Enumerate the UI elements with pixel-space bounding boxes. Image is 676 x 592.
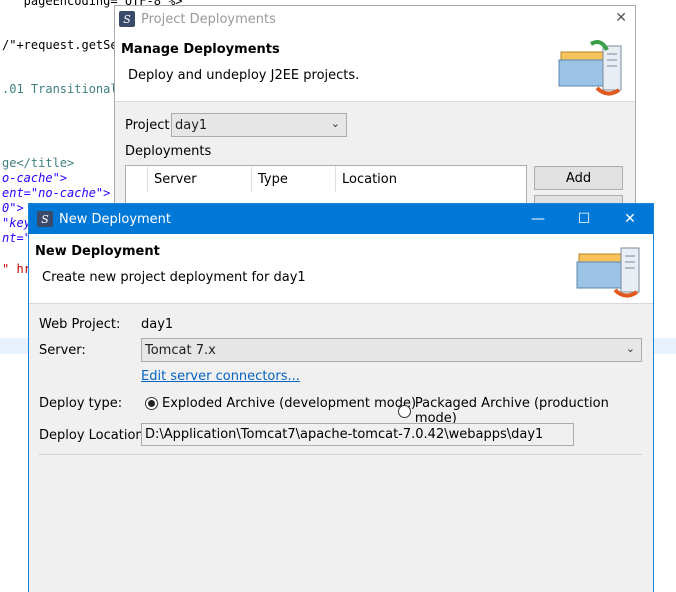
code-line: /"+request.getSe [2,38,118,52]
code-line: ge</title> [2,156,75,170]
banner-description: Deploy and undeploy J2EE projects. [128,68,360,83]
new-deployment-banner: New Deployment Create new project deploy… [29,234,653,304]
table-header-blank [126,166,148,192]
table-header-location[interactable]: Location [336,166,526,192]
deploy-type-label: Deploy type: [39,396,123,411]
radio-packaged-label: Packaged Archive (production mode) [414,396,609,426]
deploy-location-field[interactable]: D:\Application\Tomcat7\apache-tomcat-7.0… [141,423,574,446]
banner-title: Manage Deployments [121,42,280,57]
radio-selected-icon[interactable] [145,397,158,410]
add-button[interactable]: Add [534,166,623,190]
project-select[interactable]: day1 ⌄ [171,113,347,137]
maximize-icon[interactable]: ☐ [561,204,607,234]
myeclipse-logo-icon: S [119,11,135,27]
server-select[interactable]: Tomcat 7.x ⌄ [141,338,642,362]
project-label: Project [125,118,170,133]
close-icon[interactable]: ✕ [607,204,653,234]
chevron-down-icon: ⌄ [625,342,635,355]
radio-packaged-archive[interactable]: Packaged Archive (production mode) [398,396,653,426]
new-deployment-titlebar[interactable]: S New Deployment — ☐ ✕ [29,204,653,234]
radio-unselected-icon[interactable] [398,404,411,418]
close-icon[interactable]: ✕ [615,10,627,26]
deploy-location-value: D:\Application\Tomcat7\apache-tomcat-7.0… [145,427,544,442]
chevron-down-icon: ⌄ [330,117,340,130]
deployments-label: Deployments [125,144,212,159]
radio-exploded-label: Exploded Archive (development mode) [162,396,417,411]
server-label: Server: [39,343,86,358]
code-line: o-cache"> [2,171,68,185]
divider [39,454,642,455]
web-project-value: day1 [141,317,174,332]
banner-title: New Deployment [35,244,160,259]
project-select-value: day1 [175,117,208,133]
radio-exploded-archive[interactable]: Exploded Archive (development mode) [145,396,416,411]
dialog-title: Project Deployments [141,11,276,27]
myeclipse-logo-icon: S [37,211,53,227]
edit-server-connectors-link[interactable]: Edit server connectors... [141,369,300,384]
dialog-title: New Deployment [59,211,172,227]
project-deployments-titlebar[interactable]: S Project Deployments ✕ [115,6,635,32]
deploy-location-label: Deploy Location: [39,428,149,443]
code-line: 0"> [2,201,24,215]
deploy-wizard-icon [558,40,622,96]
code-line: " hr [2,262,31,276]
deploy-wizard-icon [576,247,640,298]
web-project-label: Web Project: [39,317,121,332]
new-deployment-dialog: S New Deployment — ☐ ✕ New Deployment Cr… [28,203,654,592]
table-header-server[interactable]: Server [148,166,252,192]
code-line: .01 Transitional [2,82,118,96]
banner-description: Create new project deployment for day1 [42,270,306,285]
minimize-icon[interactable]: — [515,204,561,234]
manage-banner: Manage Deployments Deploy and undeploy J… [115,32,635,102]
table-header-type[interactable]: Type [252,166,336,192]
code-line: ent="no-cache"> [2,186,111,200]
server-select-value: Tomcat 7.x [145,342,216,358]
